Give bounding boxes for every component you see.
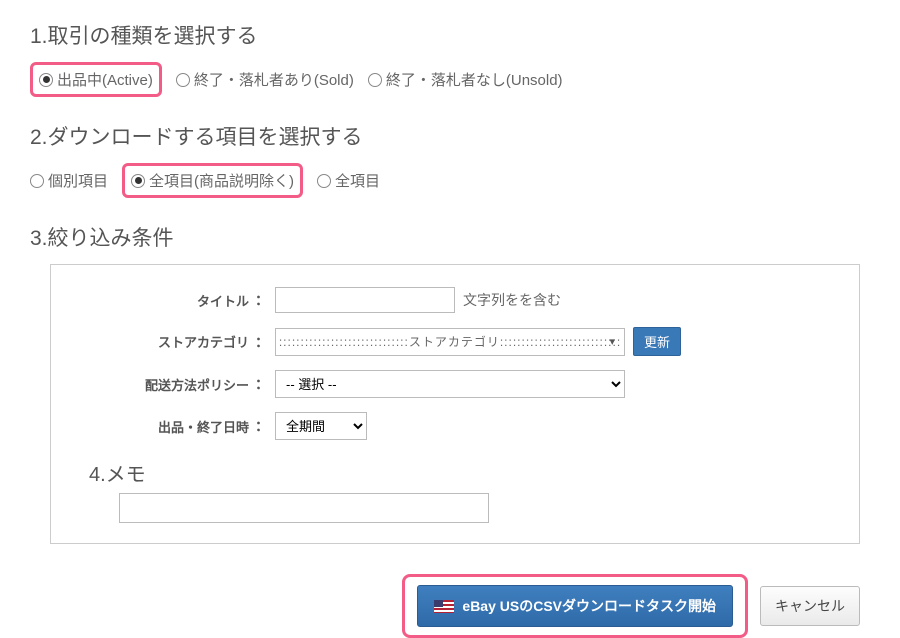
row-shipping: 配送方法ポリシー ： -- 選択 -- (79, 370, 831, 398)
start-download-button[interactable]: eBay USのCSVダウンロードタスク開始 (417, 585, 733, 627)
filter-panel: タイトル ： 文字列をを含む ストアカテゴリ ： :::::::::::::::… (50, 264, 860, 544)
radio-icon (30, 174, 44, 188)
radio-icon (176, 73, 190, 87)
radio-unsold[interactable]: 終了・落札者なし(Unsold) (368, 69, 563, 90)
highlight-primary-btn: eBay USのCSVダウンロードタスク開始 (402, 574, 748, 638)
highlight-all-except-desc: 全項目(商品説明除く) (122, 163, 303, 198)
input-memo[interactable] (119, 493, 489, 523)
radio-icon (131, 174, 145, 188)
radio-all[interactable]: 全項目 (317, 170, 380, 191)
input-title[interactable] (275, 287, 455, 313)
footer-row: eBay USのCSVダウンロードタスク開始 キャンセル (30, 574, 870, 638)
colon: ： (249, 416, 275, 436)
radio-icon (39, 73, 53, 87)
radio-label: 全項目 (335, 170, 380, 191)
radio-individual[interactable]: 個別項目 (30, 170, 108, 191)
radio-icon (317, 174, 331, 188)
radio-label: 終了・落札者なし(Unsold) (386, 69, 563, 90)
colon: ： (249, 374, 275, 394)
section3-title: 3.絞り込み条件 (30, 222, 870, 252)
primary-btn-label: eBay USのCSVダウンロードタスク開始 (462, 596, 716, 616)
highlight-active: 出品中(Active) (30, 62, 162, 97)
label-date: 出品・終了日時 (79, 417, 249, 436)
cancel-button[interactable]: キャンセル (760, 586, 860, 626)
label-shipping: 配送方法ポリシー (79, 375, 249, 394)
radio-label: 終了・落札者あり(Sold) (194, 69, 354, 90)
select-shipping[interactable]: -- 選択 -- (275, 370, 625, 398)
colon: ： (249, 332, 275, 352)
radio-icon (368, 73, 382, 87)
select-store-value: ::::::::::::::::::::::::::::::ストアカテゴリ:::… (279, 333, 621, 350)
radio-label: 個別項目 (48, 170, 108, 191)
label-store-category: ストアカテゴリ (79, 332, 249, 351)
radio-label: 出品中(Active) (57, 69, 153, 90)
us-flag-icon (434, 600, 454, 613)
select-date[interactable]: 全期間 (275, 412, 367, 440)
update-button[interactable]: 更新 (633, 327, 681, 356)
section1-radio-row: 出品中(Active) 終了・落札者あり(Sold) 終了・落札者なし(Unso… (30, 62, 870, 97)
section2-title: 2.ダウンロードする項目を選択する (30, 121, 870, 151)
section1-title: 1.取引の種類を選択する (30, 20, 870, 50)
section4-title: 4.メモ (89, 458, 831, 487)
row-store-category: ストアカテゴリ ： ::::::::::::::::::::::::::::::… (79, 327, 831, 356)
suffix-title: 文字列をを含む (463, 290, 561, 310)
radio-label: 全項目(商品説明除く) (149, 170, 294, 191)
radio-all-except-desc[interactable]: 全項目(商品説明除く) (131, 170, 294, 191)
label-title: タイトル (79, 291, 249, 310)
radio-active[interactable]: 出品中(Active) (39, 69, 153, 90)
section2-radio-row: 個別項目 全項目(商品説明除く) 全項目 (30, 163, 870, 198)
radio-sold[interactable]: 終了・落札者あり(Sold) (176, 69, 354, 90)
colon: ： (249, 290, 275, 310)
row-date: 出品・終了日時 ： 全期間 (79, 412, 831, 440)
row-title: タイトル ： 文字列をを含む (79, 287, 831, 313)
select-store-category[interactable]: ::::::::::::::::::::::::::::::ストアカテゴリ:::… (275, 328, 625, 356)
